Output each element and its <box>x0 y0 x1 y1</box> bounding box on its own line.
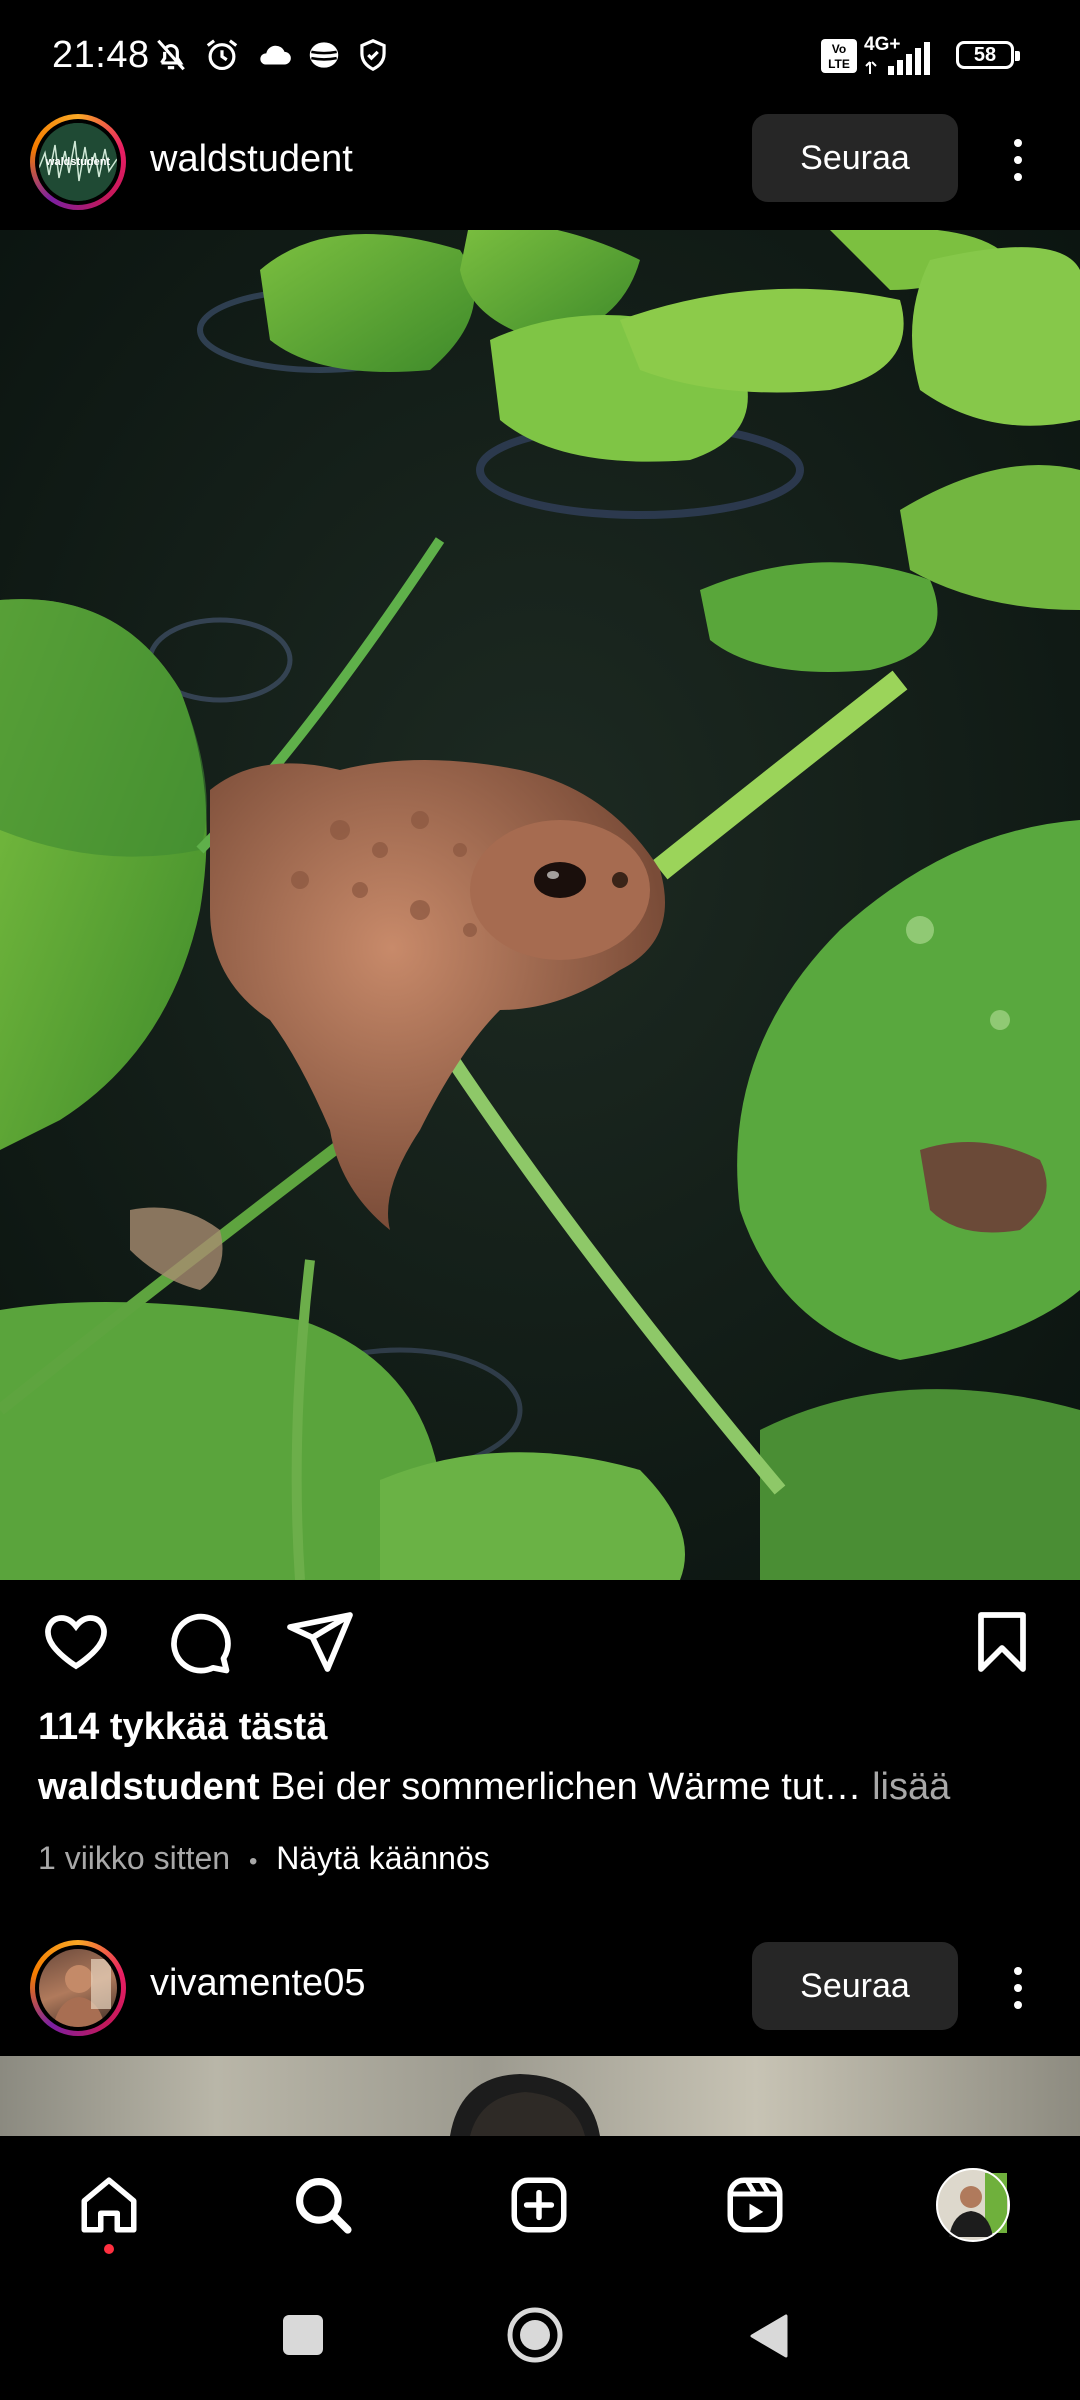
avatar[interactable]: waldstudent <box>30 114 126 210</box>
home-notification-dot <box>104 2244 114 2254</box>
cloud-icon <box>260 45 291 65</box>
caption[interactable]: waldstudent Bei der sommerlichen Wärme t… <box>38 1766 950 1809</box>
mute-icon <box>157 39 185 71</box>
caption-username[interactable]: waldstudent <box>38 1766 260 1808</box>
caption-text: Bei der sommerlichen Wärme tut… <box>270 1766 862 1808</box>
post2-follow-button[interactable]: Seuraa <box>752 1942 958 2030</box>
post-header: waldstudent waldstudent Seuraa <box>0 102 1080 218</box>
alarm-icon <box>206 39 238 71</box>
post2-header: vivamente05 Seuraa <box>0 1928 1080 2044</box>
shield-icon <box>360 39 386 72</box>
toad-photo <box>0 230 1080 1580</box>
svg-text:LTE: LTE <box>828 57 850 71</box>
post2-avatar[interactable] <box>30 1940 126 2036</box>
home-system-icon[interactable] <box>506 2306 564 2364</box>
volte-icon: Vo LTE <box>821 39 857 73</box>
reels-icon[interactable] <box>710 2160 800 2250</box>
comment-icon[interactable] <box>162 1606 234 1678</box>
avatar-text: waldstudent <box>45 156 111 168</box>
separator-dot: • <box>248 1848 258 1875</box>
post-image[interactable] <box>0 230 1080 1580</box>
follow-button[interactable]: Seuraa <box>752 114 958 202</box>
likes-count[interactable]: 114 tykkää tästä <box>38 1706 327 1749</box>
signal-icon <box>865 42 930 75</box>
post-meta: 1 viikko sitten • Näytä käännös <box>38 1840 490 1877</box>
translate-link[interactable]: Näytä käännös <box>276 1840 489 1876</box>
svg-text:Vo: Vo <box>832 42 846 56</box>
status-bar: 21:48 Vo LTE 4G+ 58 <box>0 0 1080 110</box>
like-heart-icon[interactable] <box>40 1606 112 1678</box>
battery-icon: 58 <box>956 41 1020 69</box>
post2-username[interactable]: vivamente05 <box>150 1962 365 2005</box>
home-icon[interactable] <box>64 2160 154 2250</box>
time-ago: 1 viikko sitten <box>38 1840 231 1876</box>
system-nav-bar <box>0 2278 1080 2400</box>
clock: 21:48 <box>52 34 150 76</box>
caption-more-link[interactable]: lisää <box>872 1766 950 1808</box>
post2-image[interactable] <box>0 2056 1080 2136</box>
avatar-logo: waldstudent <box>39 123 117 201</box>
share-icon[interactable] <box>284 1606 356 1678</box>
battery-level: 58 <box>973 43 997 66</box>
more-options-icon[interactable] <box>998 120 1038 200</box>
post-username[interactable]: waldstudent <box>150 138 353 181</box>
profile-avatar[interactable] <box>928 2160 1018 2250</box>
back-icon[interactable] <box>748 2312 790 2360</box>
recents-icon[interactable] <box>283 2315 323 2355</box>
create-icon[interactable] <box>494 2160 584 2250</box>
bottom-nav <box>0 2136 1080 2278</box>
post2-more-options-icon[interactable] <box>998 1948 1038 2028</box>
app-icon <box>309 42 339 68</box>
search-icon[interactable] <box>278 2160 368 2250</box>
save-bookmark-icon[interactable] <box>966 1606 1038 1678</box>
